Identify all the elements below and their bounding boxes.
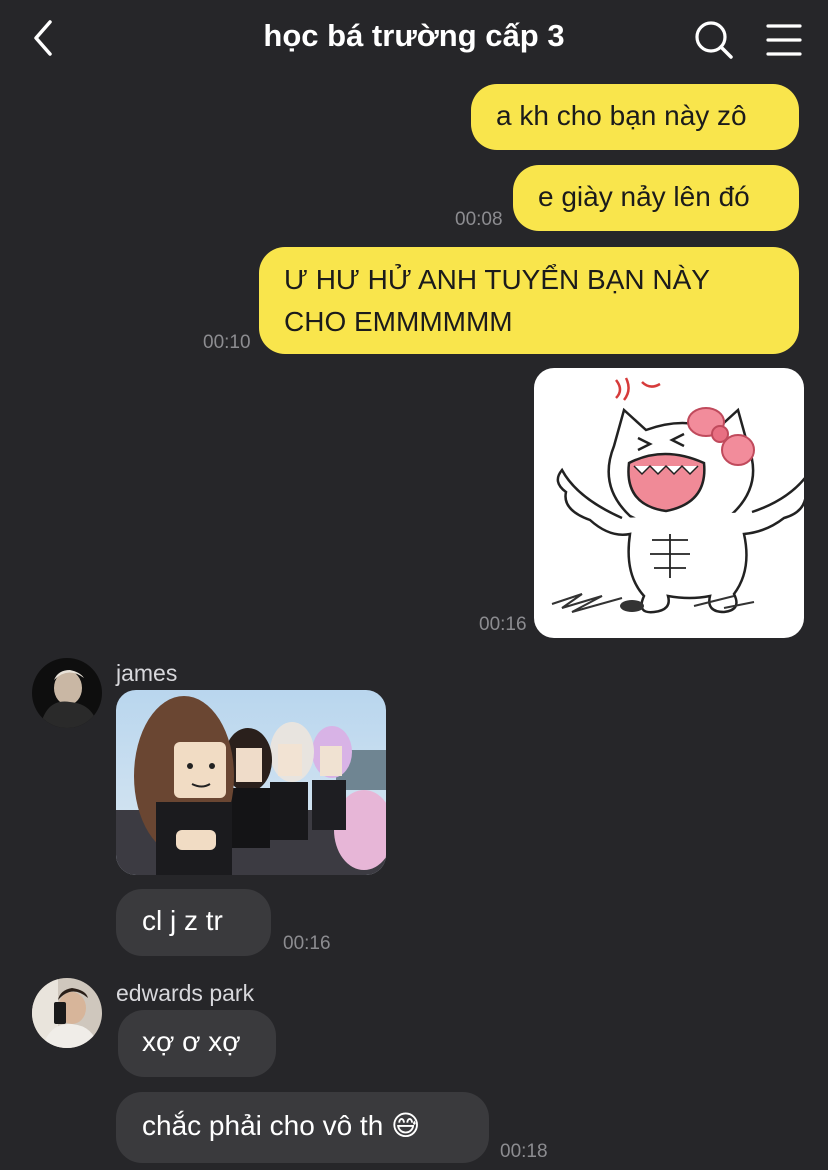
message-bubble-incoming[interactable]: cl j z tr <box>116 889 271 956</box>
avatar-photo-icon <box>32 978 102 1048</box>
message-bubble-incoming[interactable]: chắc phải cho vô th 😅 <box>116 1092 489 1163</box>
search-icon <box>695 21 733 59</box>
roblox-characters-photo <box>116 690 386 875</box>
search-button[interactable] <box>692 18 736 62</box>
message-timestamp: 00:08 <box>455 209 503 230</box>
avatar-photo-icon <box>32 658 102 728</box>
image-message[interactable] <box>116 690 386 875</box>
message-text: e giày nảy lên đó <box>538 181 750 212</box>
message-text: chắc phải cho vô th 😅 <box>142 1110 421 1141</box>
message-bubble-outgoing[interactable]: Ư HƯ HỬ ANH TUYỂN BẠN NÀY CHO EMMMMMM <box>259 247 799 354</box>
message-timestamp: 00:18 <box>500 1141 548 1162</box>
message-bubble-incoming[interactable]: xợ ơ xợ <box>118 1010 276 1077</box>
message-timestamp: 00:16 <box>283 933 331 954</box>
avatar[interactable] <box>32 658 102 728</box>
message-bubble-outgoing[interactable]: e giày nảy lên đó <box>513 165 799 231</box>
message-text: Ư HƯ HỬ ANH TUYỂN BẠN NÀY CHO EMMMMMM <box>284 264 710 337</box>
avatar[interactable] <box>32 978 102 1048</box>
menu-button[interactable] <box>764 20 804 60</box>
message-text: a kh cho bạn này zô <box>496 100 747 131</box>
sender-name: edwards park <box>116 980 255 1006</box>
sender-name: james <box>116 660 178 686</box>
message-text: cl j z tr <box>142 905 223 936</box>
message-text: xợ ơ xợ <box>142 1026 241 1057</box>
angry-muscular-cat-sticker <box>551 377 804 614</box>
menu-icon <box>766 24 802 56</box>
sticker-message[interactable] <box>534 368 804 638</box>
message-timestamp: 00:16 <box>479 614 527 635</box>
message-timestamp: 00:10 <box>203 332 251 353</box>
message-bubble-outgoing[interactable]: a kh cho bạn này zô <box>471 84 799 150</box>
